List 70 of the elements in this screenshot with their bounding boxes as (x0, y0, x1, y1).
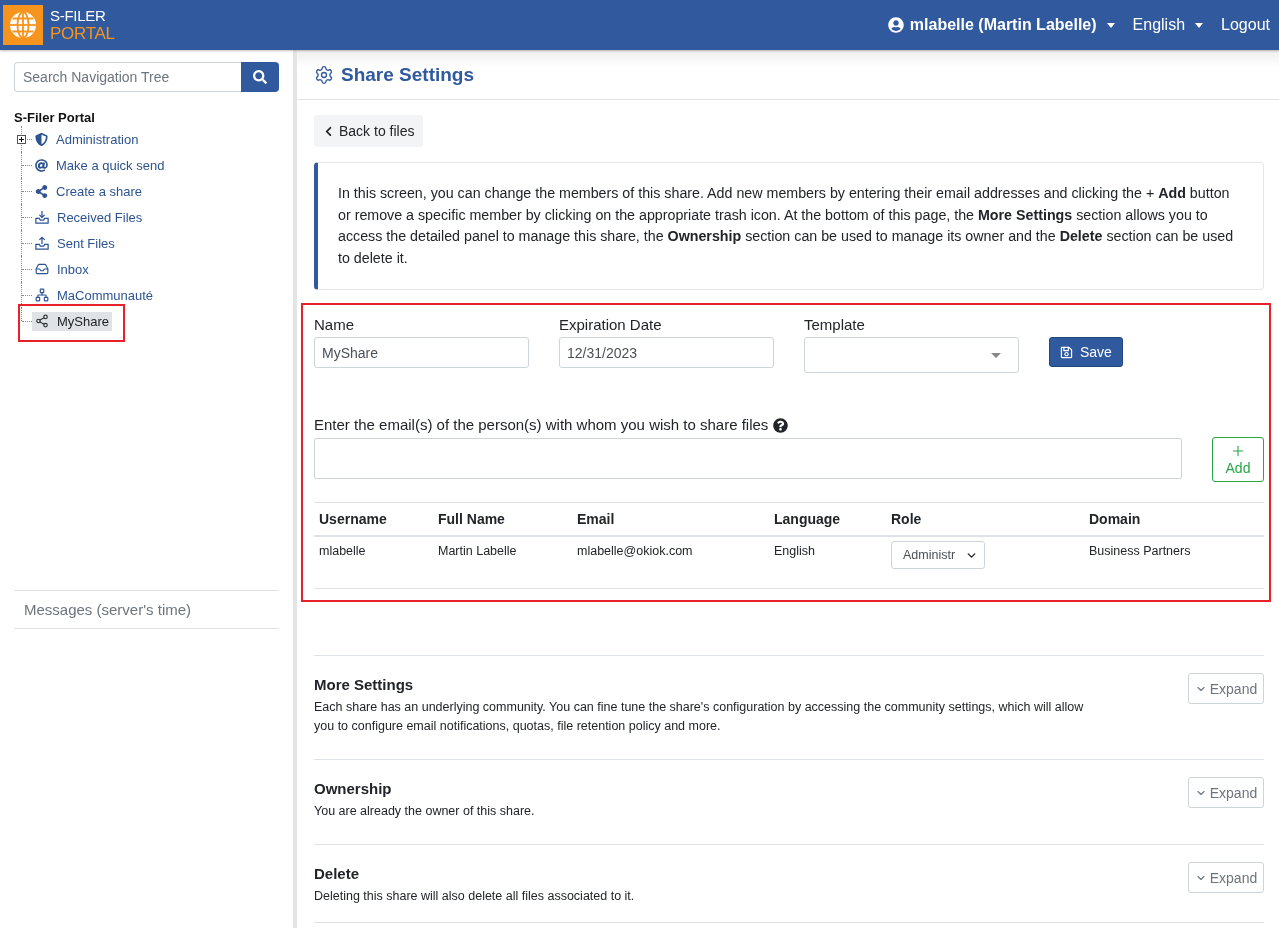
tree-item[interactable]: Received Files (32, 207, 146, 227)
tree-item[interactable]: MaCommunauté (32, 285, 157, 305)
search-button[interactable] (241, 62, 279, 92)
plus-box-icon[interactable] (17, 135, 26, 144)
plus-icon (1230, 443, 1246, 459)
text-field[interactable]: 12/31/2023 (559, 337, 774, 368)
column-header: Full Name (437, 511, 506, 527)
page-title: Share Settings (341, 63, 475, 86)
section-title: Delete (314, 864, 361, 884)
expand-button[interactable]: Expand (1188, 862, 1264, 893)
chevron-left-icon (323, 125, 334, 137)
expand-button[interactable]: Expand (1188, 777, 1264, 808)
panel-title: Messages (server's time) (24, 601, 192, 618)
table-cell-text: Martin Labelle (437, 543, 518, 558)
caret-icon (991, 352, 1001, 358)
share-icon (35, 184, 48, 198)
section-title: More Settings (314, 675, 415, 695)
table-cell-text: English (773, 543, 816, 558)
dropdown-field[interactable] (804, 337, 1019, 373)
section-title: Ownership (314, 779, 393, 799)
search-icon (253, 70, 267, 84)
section-description: Each share has an underlying community. You can fine tune the share's configuration by accessing the community settings, which will allow you to configure email notifications, quotas, file retention policy and more. (314, 699, 1085, 735)
role-dropdown[interactable]: Administr (891, 541, 985, 569)
shield-icon (35, 132, 48, 146)
search-field[interactable]: Search Navigation Tree (14, 62, 241, 92)
column-header: Username (318, 511, 388, 527)
column-header: Role (890, 511, 923, 527)
logo-text: S-FILER (50, 7, 107, 24)
share-icon (35, 314, 49, 328)
column-header: Language (773, 511, 842, 527)
field-label: Expiration Date (559, 315, 663, 335)
tree-item[interactable]: Create a share (32, 181, 145, 201)
at-sign-icon (35, 158, 48, 172)
globe-logo-icon (3, 5, 43, 45)
text-field[interactable]: MyShare (314, 337, 529, 368)
tree-item[interactable]: Inbox (32, 259, 92, 279)
inbox-icon (35, 262, 49, 276)
table-cell-text: mlabelle@okiok.com (576, 543, 694, 558)
logo-text: PORTAL (50, 24, 115, 43)
column-header: Domain (1088, 511, 1142, 527)
table-cell-text: mlabelle (318, 543, 367, 558)
column-header: Email (576, 511, 616, 527)
language-menu[interactable]: English (1130, 12, 1206, 38)
field-label: Enter the email(s) of the person(s) with whom you wish to share files (314, 415, 769, 435)
tree-root-label[interactable]: S-Filer Portal (14, 110, 279, 126)
tray-download-icon (35, 210, 49, 224)
caret-icon (1106, 22, 1115, 28)
sitemap-icon (35, 288, 49, 302)
field-label: Name (314, 315, 355, 335)
tree-item[interactable]: MyShare (32, 311, 113, 331)
section-description: Deleting this share will also delete all files associated to it. (314, 888, 635, 905)
tree-item[interactable]: Make a quick send (32, 155, 168, 175)
save-icon (1060, 345, 1073, 359)
caret-icon (1195, 22, 1204, 28)
help-icon[interactable] (773, 417, 789, 433)
info-text: In this screen, you can change the members of this share. Add new members by entering their email addresses and clicking the + Add button or remove a specific member by clicking on the appropriate trash icon. At the bottom of this page, the More Settings section allows you to access the detailed panel to manage this share, the Ownership section can be used to manage its owner and the Delete section can be used to delete it. (338, 184, 1235, 268)
settings-icon (314, 64, 334, 85)
table-cell-text: Business Partners (1088, 543, 1192, 558)
save-button[interactable]: Save (1049, 337, 1123, 367)
user-menu[interactable]: mlabelle (Martin Labelle) (885, 12, 1117, 38)
user-avatar-icon (887, 17, 904, 33)
back-button[interactable]: Back to files (314, 115, 424, 147)
field-label: Template (804, 315, 866, 335)
section-description: You are already the owner of this share. (314, 803, 535, 820)
expand-button[interactable]: Expand (1188, 673, 1264, 704)
tree-item[interactable]: Administration (32, 129, 142, 149)
tree-item[interactable]: Sent Files (32, 233, 118, 253)
email-input[interactable] (314, 438, 1182, 479)
logout-link[interactable]: Logout (1219, 12, 1272, 38)
tray-upload-icon (35, 236, 49, 250)
